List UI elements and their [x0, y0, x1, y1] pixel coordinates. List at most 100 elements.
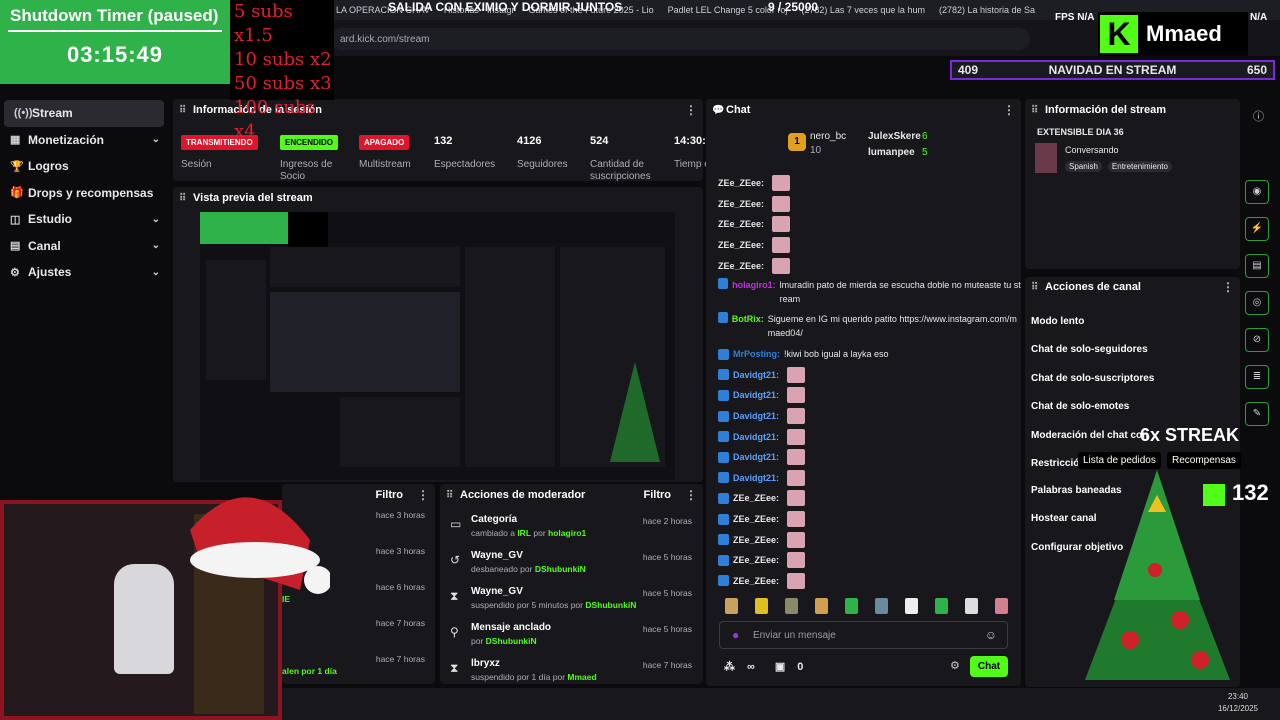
mic-icon[interactable]: ●: [732, 628, 739, 642]
chat-username[interactable]: ZEe_ZEee:: [718, 240, 764, 250]
emote-icon[interactable]: [875, 598, 888, 614]
panel-menu-icon[interactable]: ⋮: [685, 488, 697, 502]
goal-right-value: 650: [1246, 63, 1267, 77]
filter-button[interactable]: Filtro: [644, 489, 672, 501]
chat-settings-icon[interactable]: ⚙: [950, 659, 960, 672]
sidebar-item-logros[interactable]: 🏆 Logros: [0, 153, 170, 180]
browser-tab[interactable]: (2782) Las 7 veces que la hum: [801, 5, 925, 15]
send-chat-button[interactable]: Chat: [970, 656, 1008, 677]
chat-username[interactable]: MrPosting:: [733, 349, 780, 359]
channel-action-item[interactable]: Chat de solo-seguidores: [1025, 336, 1240, 365]
emote-icon[interactable]: [785, 598, 798, 614]
chat-username[interactable]: ZEe_ZEee:: [733, 514, 779, 524]
chat-message: Davidgt21:: [706, 426, 1021, 447]
eye-icon[interactable]: ◎: [1245, 291, 1269, 315]
chat-message-input[interactable]: ● Enviar un mensaje ☺: [719, 621, 1008, 649]
panel-menu-icon[interactable]: ⋮: [417, 488, 429, 502]
chat-username[interactable]: ZEe_ZEee:: [718, 199, 764, 209]
infinity-value: ∞: [747, 660, 755, 673]
stat-label: Sesión: [181, 159, 212, 170]
detail-text: suspendido por 1 día por: [471, 672, 568, 682]
mod-action-detail: por DShubunkiN: [471, 636, 703, 646]
clock-date: 16/12/2025: [1217, 704, 1258, 713]
mod-action-row[interactable]: ⚲ Mensaje anclado por DShubunkiN hace 5 hor…: [440, 622, 703, 658]
sidebar-item-drops[interactable]: 🎁 Drops y recompensas: [0, 180, 170, 207]
dashboard-sidebar: ((•)) Stream ▦ Monetización ⌄ 🏆 Logros 🎁 Drops y…: [0, 100, 170, 290]
info-icon[interactable]: ⓘ: [1253, 108, 1264, 124]
panel-menu-icon[interactable]: ⋮: [1003, 103, 1015, 117]
chat-username[interactable]: ZEe_ZEee:: [718, 261, 764, 271]
sidebar-item-stream[interactable]: ((•)) Stream: [4, 100, 164, 127]
chat-username[interactable]: ZEe_ZEee:: [733, 493, 779, 503]
drag-handle-icon[interactable]: ⠿: [1031, 105, 1045, 116]
chat-username[interactable]: holagiro1:: [732, 278, 776, 292]
rewards-icon[interactable]: ⁂: [724, 660, 735, 673]
mod-action-row[interactable]: ↺ Wayne_GV desbaneado por DShubunkiN hace 5…: [440, 550, 703, 586]
channel-action-item[interactable]: Chat de solo-suscriptores: [1025, 364, 1240, 393]
detail-user[interactable]: DShubunkiN: [486, 636, 537, 646]
channel-action-item[interactable]: Modo lento: [1025, 307, 1240, 336]
chat-username[interactable]: BotRix:: [732, 312, 764, 326]
sidebar-item-monetización[interactable]: ▦ Monetización ⌄: [0, 127, 170, 154]
drag-handle-icon[interactable]: ⠿: [179, 105, 193, 116]
detail-user[interactable]: DShubunkiN: [535, 564, 586, 574]
emote-icon[interactable]: [965, 598, 978, 614]
sidebar-item-label: Canal: [28, 238, 61, 253]
stat-label: Ingresos de Socio: [280, 159, 333, 182]
chat-message: ZEe_ZEee:: [706, 571, 1021, 592]
fps-readout: FPS N/A: [1055, 12, 1095, 23]
address-bar[interactable]: ard.kick.com/stream: [330, 28, 1030, 50]
sidebar-item-canal[interactable]: ▤ Canal ⌄: [0, 233, 170, 260]
mod-action-time: hace 5 horas: [642, 552, 692, 562]
emote-icon[interactable]: [815, 598, 828, 614]
emoji-icon[interactable]: ☺: [985, 628, 997, 642]
panel-menu-icon[interactable]: ⋮: [685, 103, 697, 117]
edit-icon[interactable]: ✎: [1245, 402, 1269, 426]
emote-icon[interactable]: [755, 598, 768, 614]
mod-action-row[interactable]: ▭ Categoría cambiado a IRL por holagiro1 ha…: [440, 514, 703, 550]
tooltip-rewards: Recompensas: [1167, 452, 1241, 469]
detail-text: por: [471, 636, 486, 646]
chat-username[interactable]: Davidgt21:: [733, 473, 779, 483]
emote-icon[interactable]: [845, 598, 858, 614]
drag-handle-icon[interactable]: ⠿: [179, 193, 193, 204]
tag-chip: Entretenimiento: [1107, 160, 1172, 172]
chat-username[interactable]: ZEe_ZEee:: [718, 178, 764, 188]
camera-toggle-icon[interactable]: ◉: [1245, 180, 1269, 204]
detail-user[interactable]: DShubunkiN: [585, 600, 636, 610]
chat-username[interactable]: ZEe_ZEee:: [718, 219, 764, 229]
filter-button[interactable]: Filtro: [376, 489, 404, 501]
chat-username[interactable]: Davidgt21:: [733, 370, 779, 380]
chat-username[interactable]: ZEe_ZEee:: [733, 555, 779, 565]
emote-icon[interactable]: [725, 598, 738, 614]
ban-icon[interactable]: ⊘: [1245, 328, 1269, 352]
chat-username[interactable]: ZEe_ZEee:: [733, 535, 779, 545]
chat-username[interactable]: ZEe_ZEee:: [733, 576, 779, 586]
drag-handle-icon[interactable]: ⠿: [1031, 282, 1045, 293]
sidebar-item-ajustes[interactable]: ⚙ Ajustes ⌄: [0, 259, 170, 286]
panel-menu-icon[interactable]: ⋮: [1222, 280, 1234, 294]
detail-user[interactable]: holagiro1: [548, 528, 586, 538]
chat-username[interactable]: Davidgt21:: [733, 452, 779, 462]
category-name: Conversando: [1065, 144, 1119, 155]
browser-tab[interactable]: (2782) La historia de Sa: [939, 5, 1035, 15]
drag-handle-icon[interactable]: ⠿: [446, 490, 460, 501]
chat-username[interactable]: Davidgt21:: [733, 432, 779, 442]
detail-user[interactable]: Mmaed: [567, 672, 596, 682]
channel-action-item[interactable]: Chat de solo-emotes: [1025, 393, 1240, 422]
emote-icon[interactable]: [935, 598, 948, 614]
emote-icon[interactable]: [905, 598, 918, 614]
emote-icon: [787, 511, 806, 528]
emote-icon[interactable]: [995, 598, 1008, 614]
stat-value: 4126: [517, 135, 542, 147]
chat-username[interactable]: Davidgt21:: [733, 390, 779, 400]
chat-username[interactable]: Davidgt21:: [733, 411, 779, 421]
flash-icon[interactable]: ⚡: [1245, 217, 1269, 241]
sidebar-item-estudio[interactable]: ◫ Estudio ⌄: [0, 206, 170, 233]
viewer-count-overlay: 132: [1232, 480, 1269, 505]
clipboard-icon[interactable]: ▤: [1245, 254, 1269, 278]
gift-icon[interactable]: ▣: [775, 660, 785, 673]
log-row: hace 7 horas: [282, 614, 435, 650]
list-icon[interactable]: ≣: [1245, 365, 1269, 389]
mod-action-row[interactable]: ⧗ Wayne_GV suspendido por 5 minutos por DS…: [440, 586, 703, 622]
